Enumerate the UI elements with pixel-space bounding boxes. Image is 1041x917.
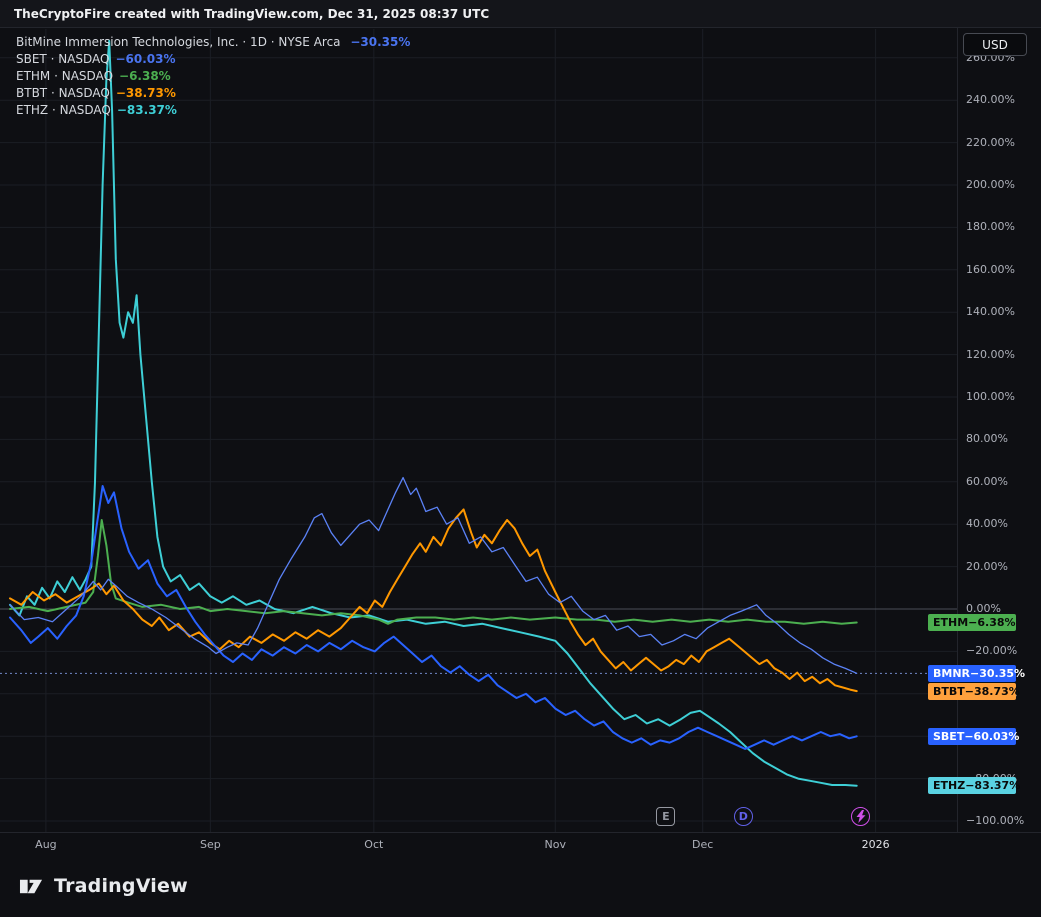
tradingview-chart-app: TheCryptoFire created with TradingView.c…: [0, 0, 1041, 917]
y-axis-label: 20.00%: [966, 560, 1008, 573]
series-line-ETHM[interactable]: [10, 520, 857, 624]
legend-item-SBET[interactable]: SBET · NASDAQ −60.03%: [16, 51, 410, 68]
badge-value: −30.35%: [970, 667, 1025, 680]
x-axis-label: Sep: [200, 838, 221, 851]
y-axis-label: 160.00%: [966, 263, 1015, 276]
legend-item-BTBT[interactable]: BTBT · NASDAQ −38.73%: [16, 85, 410, 102]
badge-value: −83.37%: [965, 779, 1020, 792]
price-badge-BMNR[interactable]: BMNR−30.35%: [928, 665, 1016, 682]
compare-symbol: ETHZ · NASDAQ: [16, 103, 111, 117]
y-axis-label: 40.00%: [966, 517, 1008, 530]
y-axis-label: −20.00%: [966, 644, 1017, 657]
price-badge-ETHZ[interactable]: ETHZ−83.37%: [928, 777, 1016, 794]
badge-ticker: SBET: [933, 730, 964, 743]
badge-value: −60.03%: [964, 730, 1019, 743]
y-axis-label: 140.00%: [966, 305, 1015, 318]
splits-icon[interactable]: [851, 807, 870, 826]
x-axis-label: Nov: [545, 838, 566, 851]
dividends-icon[interactable]: D: [734, 807, 753, 826]
time-axis[interactable]: Aug Sep Oct Nov Dec 2026: [0, 832, 1041, 856]
main-symbol-change: −30.35%: [350, 35, 410, 49]
compare-change: −60.03%: [115, 52, 175, 66]
price-axis[interactable]: USD 260.00%240.00%220.00%200.00%180.00%1…: [957, 28, 1041, 832]
x-axis-label: Oct: [364, 838, 383, 851]
price-chart-canvas[interactable]: [0, 0, 1041, 917]
tradingview-wordmark[interactable]: TradingView: [54, 875, 188, 897]
badge-value: −6.38%: [968, 616, 1015, 629]
y-axis-label: 220.00%: [966, 136, 1015, 149]
legend-item-main[interactable]: BitMine Immersion Technologies, Inc. · 1…: [16, 34, 410, 51]
compare-change: −83.37%: [117, 103, 177, 117]
attribution-bar: TheCryptoFire created with TradingView.c…: [0, 0, 1041, 28]
series-line-ETHZ[interactable]: [10, 41, 857, 786]
compare-change: −6.38%: [119, 69, 171, 83]
legend-item-ETHZ[interactable]: ETHZ · NASDAQ −83.37%: [16, 102, 410, 119]
badge-ticker: BTBT: [933, 685, 965, 698]
y-axis-label: 60.00%: [966, 475, 1008, 488]
y-axis-label: 180.00%: [966, 220, 1015, 233]
y-axis-label: −100.00%: [966, 814, 1024, 827]
y-axis-label: 80.00%: [966, 432, 1008, 445]
legend-item-ETHM[interactable]: ETHM · NASDAQ −6.38%: [16, 68, 410, 85]
y-axis-label: 100.00%: [966, 390, 1015, 403]
price-badge-ETHM[interactable]: ETHM−6.38%: [928, 614, 1016, 631]
y-axis-label: 240.00%: [966, 93, 1015, 106]
compare-symbol: BTBT · NASDAQ: [16, 86, 110, 100]
compare-symbol: ETHM · NASDAQ: [16, 69, 113, 83]
earnings-icon[interactable]: E: [656, 807, 675, 826]
badge-ticker: ETHM: [933, 616, 968, 629]
legend: BitMine Immersion Technologies, Inc. · 1…: [16, 34, 410, 119]
tradingview-logo[interactable]: [18, 874, 45, 898]
y-axis-label: 120.00%: [966, 348, 1015, 361]
x-axis-label: Aug: [35, 838, 56, 851]
x-axis-label: 2026: [862, 838, 890, 851]
badge-ticker: BMNR: [933, 667, 970, 680]
footer-bar: TradingView: [0, 855, 1041, 917]
x-axis-label: Dec: [692, 838, 713, 851]
currency-button[interactable]: USD: [963, 33, 1027, 56]
price-badge-SBET[interactable]: SBET−60.03%: [928, 728, 1016, 745]
compare-change: −38.73%: [116, 86, 176, 100]
price-badge-BTBT[interactable]: BTBT−38.73%: [928, 683, 1016, 700]
series-line-BTBT[interactable]: [10, 509, 857, 691]
series-line-BMNR[interactable]: [10, 478, 857, 674]
compare-symbol: SBET · NASDAQ: [16, 52, 109, 66]
y-axis-label: 200.00%: [966, 178, 1015, 191]
legend-compare-list: SBET · NASDAQ −60.03%ETHM · NASDAQ −6.38% B…: [16, 51, 410, 119]
badge-value: −38.73%: [965, 685, 1020, 698]
attribution-text: TheCryptoFire created with TradingView.c…: [14, 7, 489, 21]
badge-ticker: ETHZ: [933, 779, 965, 792]
main-symbol-title: BitMine Immersion Technologies, Inc. · 1…: [16, 35, 341, 49]
